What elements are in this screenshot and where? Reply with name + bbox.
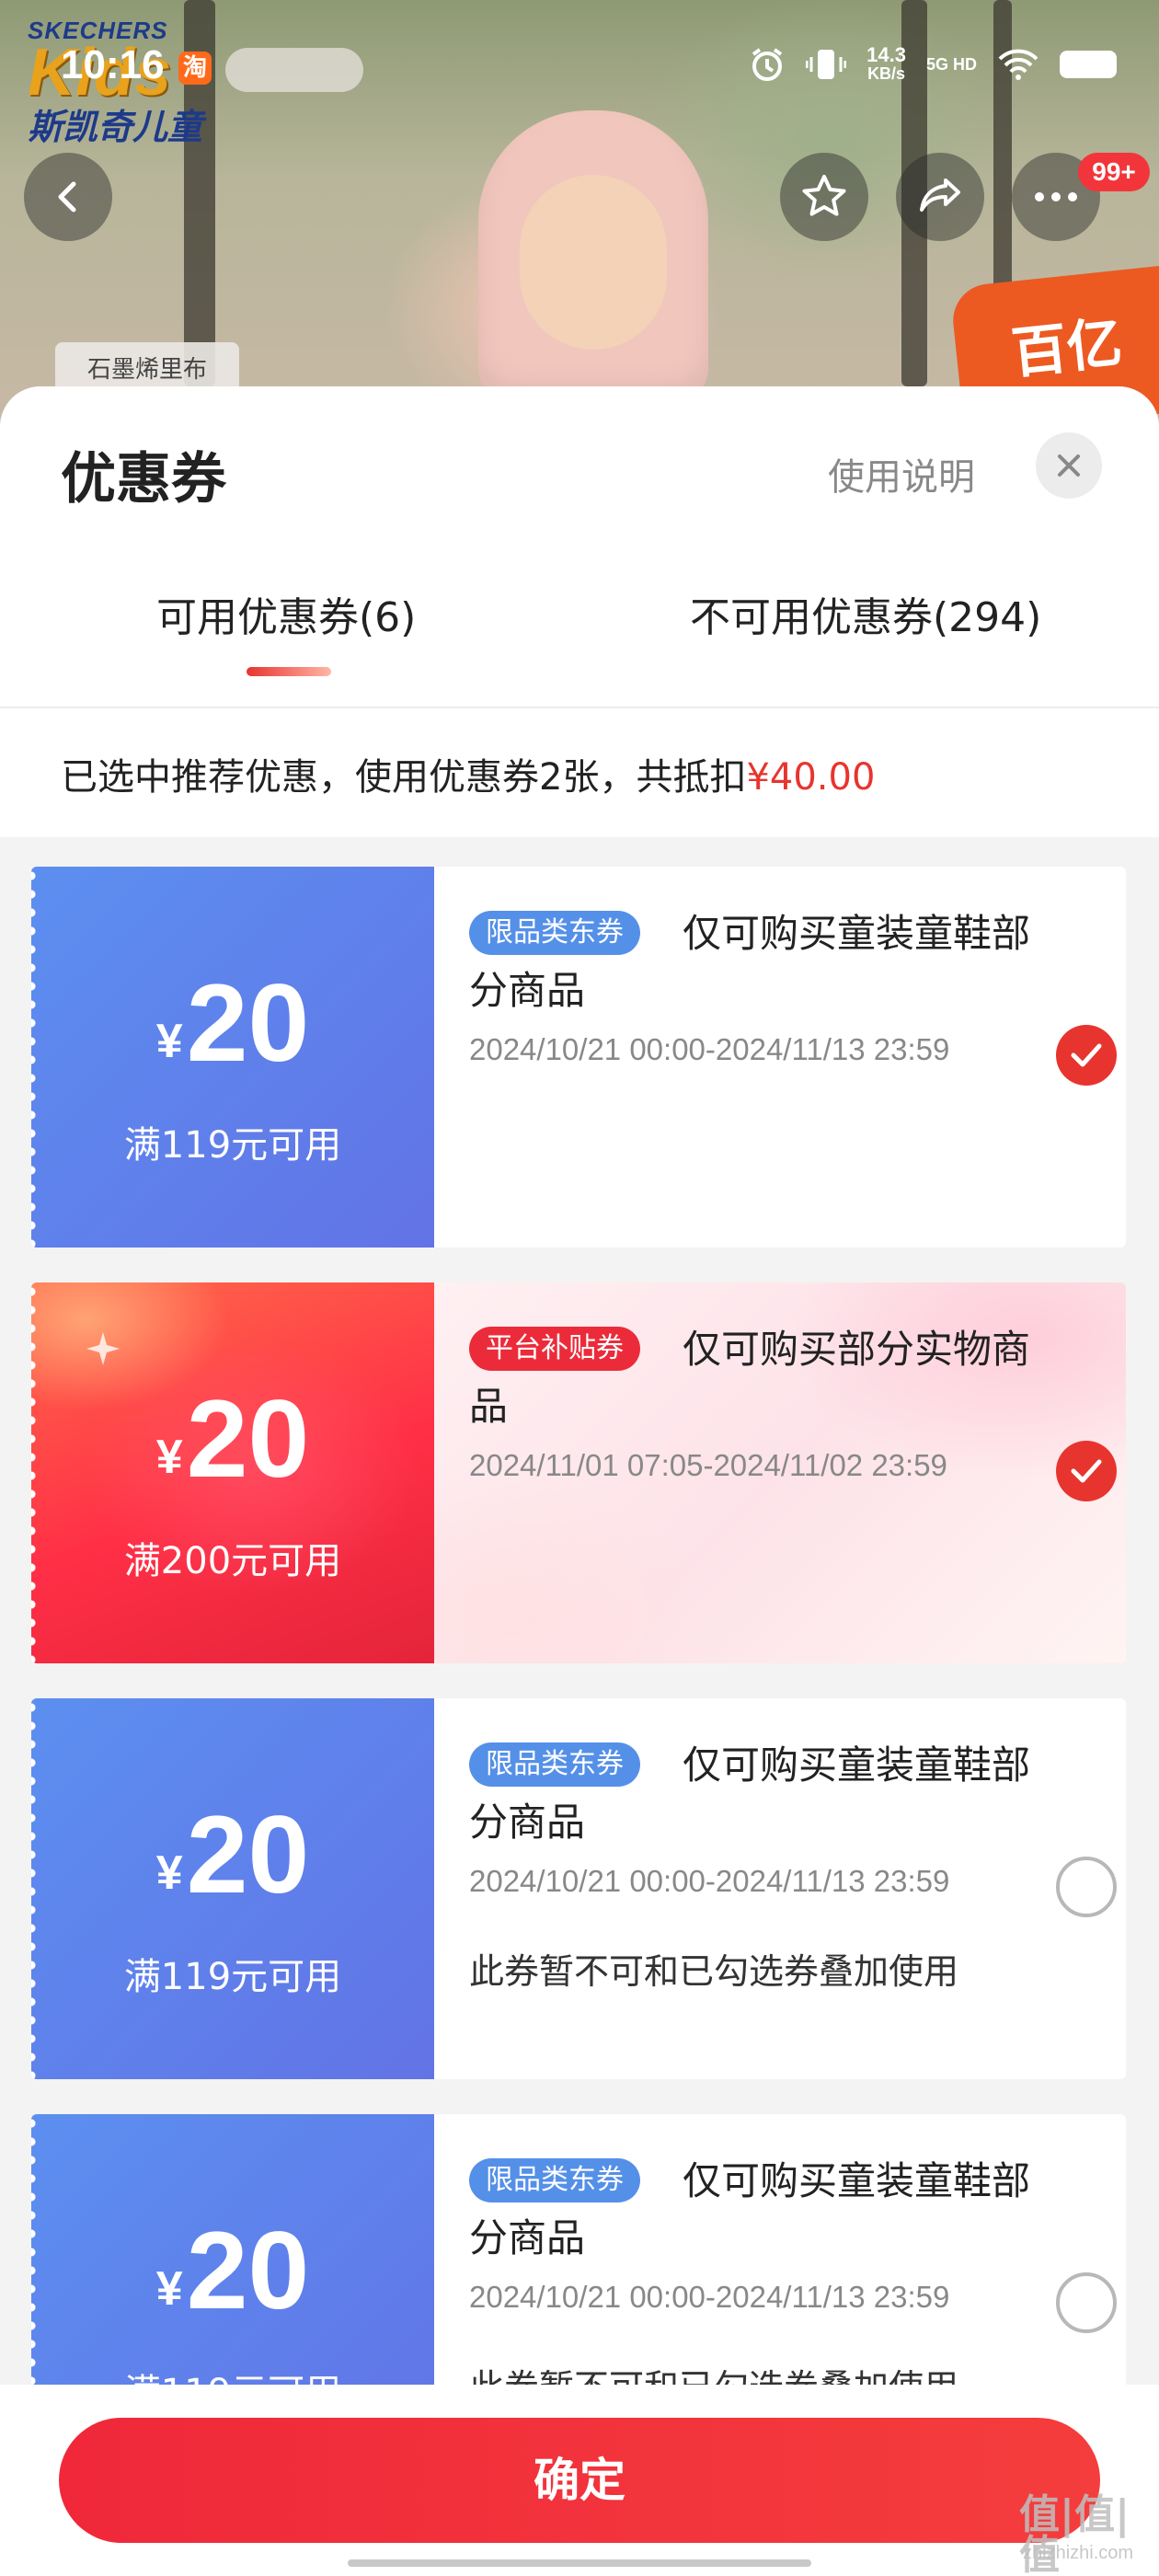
back-button[interactable] (24, 153, 112, 241)
coupon-detail-panel: 仅可购买童装童鞋部分商品 限品类东券 2024/10/21 00:00-2024… (434, 867, 1126, 1248)
coupon-validity: 2024/11/01 07:05-2024/11/02 23:59 (469, 1448, 947, 1482)
coupon-card[interactable]: ¥20 满119元可用 仅可购买童装童鞋部分商品 限品类东券 2024/10/2… (31, 867, 1126, 1248)
coupon-detail-panel: 仅可购买部分实物商品 平台补贴券 2024/11/01 07:05-2024/1… (434, 1282, 1126, 1663)
coupon-amount: 20 (186, 1793, 310, 1916)
coupon-checkbox-unchecked[interactable] (1056, 2272, 1117, 2333)
close-icon (1058, 454, 1080, 477)
product-photo-face (520, 175, 667, 350)
sparkle-icon (86, 1332, 120, 1365)
checkmark-icon (1071, 1459, 1102, 1483)
coupon-type-tag: 平台补贴券 (469, 1327, 640, 1371)
more-icon (1035, 192, 1077, 201)
net-unit: KB/s (867, 64, 906, 83)
status-bar: 10:16 淘 14.3 KB/s 5G HD (0, 0, 1159, 138)
coupon-validity: 2024/10/21 00:00-2024/11/13 23:59 (469, 1864, 950, 1898)
coupon-amount: 20 (186, 961, 310, 1085)
coupon-currency: ¥ (155, 2262, 183, 2316)
coupon-condition: 满200元可用 (123, 1540, 342, 1582)
coupon-checkbox-checked[interactable] (1056, 1025, 1117, 1086)
coupon-value-panel: ¥20 满119元可用 (31, 867, 434, 1248)
coupon-condition: 满119元可用 (123, 1124, 342, 1167)
chevron-left-icon (58, 181, 76, 213)
signal-indicator: 5G HD (925, 54, 977, 74)
coupon-amount: 20 (186, 1377, 310, 1501)
net-speed: 14.3 (866, 43, 906, 66)
confirm-button[interactable]: 确定 (59, 2418, 1100, 2543)
coupon-checkbox-checked[interactable] (1056, 1441, 1117, 1501)
coupon-type-tag: 限品类东券 (469, 1742, 640, 1787)
coupon-sheet: 优惠券 使用说明 可用优惠券(6) 不可用优惠券(294) 已选中推荐优惠，使用… (0, 386, 1159, 2576)
coupon-detail-panel: 仅可购买童装童鞋部分商品 限品类东券 2024/10/21 00:00-2024… (434, 1698, 1126, 2079)
wifi-icon (998, 49, 1039, 80)
coupon-validity: 2024/10/21 00:00-2024/11/13 23:59 (469, 1032, 950, 1066)
star-icon (802, 175, 846, 216)
coupon-price: ¥20 (31, 1800, 434, 1910)
taobao-notification-icon: 淘 (178, 52, 212, 85)
coupon-condition: 满119元可用 (123, 1956, 342, 1998)
coupon-currency: ¥ (155, 1846, 183, 1900)
coupon-stack-note: 此券暂不可和已勾选券叠加使用 (469, 1951, 959, 1992)
coupon-card[interactable]: ¥20 满200元可用 仅可购买部分实物商品 平台补贴券 2024/11/01 … (31, 1282, 1126, 1663)
divider (0, 707, 1159, 708)
coupon-value-panel: ¥20 满200元可用 (31, 1282, 434, 1663)
coupon-currency: ¥ (155, 1015, 183, 1068)
usage-instructions-link[interactable]: 使用说明 (828, 447, 975, 500)
coupon-price: ¥20 (31, 2215, 434, 2326)
site-watermark-url: zhizhizhi.com (1023, 2543, 1134, 2563)
share-button[interactable] (896, 153, 984, 241)
alarm-icon (752, 48, 783, 81)
coupon-card[interactable]: ¥20 满119元可用 仅可购买童装童鞋部分商品 限品类东券 2024/10/2… (31, 1698, 1126, 2079)
coupon-tabs: 可用优惠券(6) 不可用优惠券(294) (0, 584, 1159, 695)
battery-icon (1060, 51, 1117, 78)
coupon-sheet-header: 优惠券 使用说明 可用优惠券(6) 不可用优惠券(294) 已选中推荐优惠，使用… (0, 386, 1159, 837)
sheet-footer: 确定 (0, 2385, 1159, 2576)
coupon-amount: 20 (186, 2209, 310, 2332)
summary-text: 已选中推荐优惠，使用优惠券2张，共抵扣 (61, 756, 747, 799)
message-count-badge: 99+ (1078, 153, 1150, 191)
coupon-price: ¥20 (31, 1384, 434, 1494)
coupon-price: ¥20 (31, 968, 434, 1078)
close-button[interactable] (1036, 432, 1102, 499)
blurred-notification (225, 48, 363, 92)
coupon-type-tag: 限品类东券 (469, 2158, 640, 2202)
status-right: 14.3 KB/s 5G HD (749, 43, 1117, 83)
home-indicator[interactable] (348, 2559, 811, 2567)
coupon-checkbox-unchecked[interactable] (1056, 1857, 1117, 1917)
coupon-currency: ¥ (155, 1431, 183, 1484)
coupon-validity: 2024/10/21 00:00-2024/11/13 23:59 (469, 2280, 950, 2314)
active-tab-indicator (247, 667, 331, 676)
checkmark-icon (1071, 1043, 1102, 1067)
coupon-value-panel: ¥20 满119元可用 (31, 1698, 434, 2079)
favorite-button[interactable] (780, 153, 868, 241)
status-time: 10:16 (61, 42, 165, 87)
coupon-type-tag: 限品类东券 (469, 911, 640, 955)
tab-available[interactable]: 可用优惠券(6) (156, 584, 416, 643)
summary-amount: ¥40.00 (746, 756, 876, 799)
share-icon (920, 178, 960, 212)
tab-unavailable[interactable]: 不可用优惠券(294) (690, 584, 1041, 643)
sheet-title: 优惠券 (61, 447, 226, 512)
vibrate-icon (806, 50, 847, 79)
selection-summary: 已选中推荐优惠，使用优惠券2张，共抵扣¥40.00 (61, 747, 875, 800)
